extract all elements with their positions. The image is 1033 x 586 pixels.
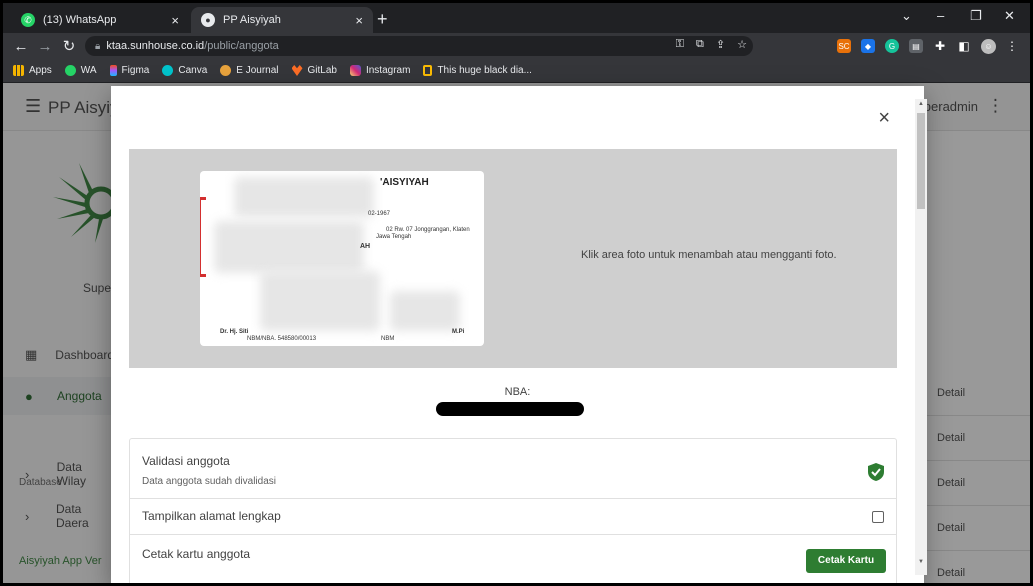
browser-window: ✆ (13) WhatsApp × ● PP Aisyiyah × + ⌄ – … xyxy=(3,3,1030,583)
whatsapp-icon xyxy=(64,65,76,76)
extension-sc-icon[interactable]: SC xyxy=(837,39,851,53)
gitlab-icon xyxy=(291,65,303,76)
tab-pp-aisyiyah[interactable]: ● PP Aisyiyah × xyxy=(191,7,373,33)
address-bar[interactable]: 🔒︎ ktaa.sunhouse.co.id/public/anggota ⚿ … xyxy=(85,36,753,56)
list-item-alamat[interactable]: Tampilkan alamat lengkap xyxy=(130,499,896,535)
browser-toolbar: ← → ↻ 🔒︎ ktaa.sunhouse.co.id/public/angg… xyxy=(3,33,1030,59)
list-item-title: Tampilkan alamat lengkap xyxy=(142,509,281,523)
new-tab-button[interactable]: + xyxy=(377,9,388,29)
list-item-subtitle: Data anggota sudah divalidasi xyxy=(142,476,276,487)
extension-grammarly-icon[interactable]: G xyxy=(885,39,899,53)
figma-icon xyxy=(109,65,117,76)
translate-icon[interactable]: ⧉ xyxy=(696,38,704,51)
reload-button[interactable]: ↻ xyxy=(57,37,81,55)
card-signer-right: M.Pi xyxy=(452,329,465,335)
card-address-1: 02 Rw. 07 Jonggrangan, Klaten xyxy=(386,227,470,233)
scroll-down-icon[interactable]: ▼ xyxy=(918,559,924,565)
bookmark-apps[interactable]: Apps xyxy=(13,65,52,76)
card-signer: Dr. Hj. Siti xyxy=(220,329,249,335)
card-date: 02-1967 xyxy=(368,211,391,217)
ejournal-icon xyxy=(220,65,232,76)
scroll-up-icon[interactable]: ▲ xyxy=(918,101,924,107)
url-host: ktaa.sunhouse.co.id xyxy=(106,40,205,52)
bookmark-canva[interactable]: Canva xyxy=(162,65,207,76)
card-redaction xyxy=(390,291,460,331)
member-options-list: Validasi anggota Data anggota sudah diva… xyxy=(129,438,897,583)
card-red-accent xyxy=(200,197,206,277)
bookmark-star-icon[interactable]: ☆ xyxy=(737,38,747,51)
bookmark-gitlab[interactable]: GitLab xyxy=(291,65,337,76)
omnibox-actions: ⚿ ⧉ ⇪ ☆ xyxy=(676,38,747,51)
nba-redacted-value xyxy=(436,402,584,416)
card-nbm-left: NBM/NBA. 548580/00013 xyxy=(247,336,317,342)
card-address-2: Jawa Tengah xyxy=(376,234,412,240)
tab-whatsapp[interactable]: ✆ (13) WhatsApp × xyxy=(11,7,189,33)
extension-gray-icon[interactable]: ▤ xyxy=(909,39,923,53)
card-org-name: 'AISYIYAH xyxy=(380,177,429,188)
tab-search-icon[interactable]: ⌄ xyxy=(901,8,912,24)
bookmark-wa[interactable]: WA xyxy=(64,65,97,76)
side-panel-icon[interactable]: ◧ xyxy=(957,39,971,53)
show-address-checkbox[interactable] xyxy=(872,511,884,523)
url-path: /public/anggota xyxy=(204,40,279,52)
photo-hint: Klik area foto untuk menambah atau mengg… xyxy=(581,249,837,261)
window-close-button[interactable]: ✕ xyxy=(1004,8,1015,24)
password-key-icon[interactable]: ⚿ xyxy=(676,38,684,51)
close-tab-icon[interactable]: × xyxy=(171,13,179,28)
list-item-validasi: Validasi anggota Data anggota sudah diva… xyxy=(130,439,896,499)
minimize-button[interactable]: – xyxy=(937,8,944,23)
tab-title: PP Aisyiyah xyxy=(223,14,281,26)
member-detail-dialog: × 'AISYIYAH 02-1967 02 Rw. 07 Jonggranga… xyxy=(111,86,924,583)
page-scrollbar[interactable]: ▲ ▼ xyxy=(915,99,927,575)
bookmark-figma[interactable]: Figma xyxy=(109,65,149,76)
lock-icon[interactable]: 🔒︎ xyxy=(95,41,100,52)
instagram-icon xyxy=(349,65,361,76)
bookmarks-bar: Apps WA Figma Canva E Journal GitLab Ins… xyxy=(3,59,1030,83)
forward-button[interactable]: → xyxy=(33,38,57,55)
nba-label: NBA: xyxy=(504,386,531,398)
restore-button[interactable]: ❐ xyxy=(970,8,982,24)
list-item-title: Cetak kartu anggota xyxy=(142,547,251,561)
close-tab-icon[interactable]: × xyxy=(355,13,363,28)
card-nbm-right: NBM xyxy=(381,336,395,342)
extension-shield-icon[interactable]: ◆ xyxy=(861,39,875,53)
tab-strip: ✆ (13) WhatsApp × ● PP Aisyiyah × + ⌄ – … xyxy=(3,3,1030,33)
whatsapp-icon: ✆ xyxy=(21,13,35,27)
apps-grid-icon xyxy=(13,65,24,76)
bookmark-ejournal[interactable]: E Journal xyxy=(220,65,279,76)
bookmark-instagram[interactable]: Instagram xyxy=(349,65,410,76)
member-card-preview: 'AISYIYAH 02-1967 02 Rw. 07 Jonggrangan,… xyxy=(200,171,484,346)
browser-menu-icon[interactable]: ⋮ xyxy=(1005,39,1019,53)
tab-title: (13) WhatsApp xyxy=(43,14,117,26)
canva-icon xyxy=(162,65,174,76)
extensions-puzzle-icon[interactable]: ✚ xyxy=(933,39,947,53)
web-page: ☰ PP Aisyiy uperadmin ⋮ Supe ▦ Dashboard… xyxy=(3,83,1030,583)
card-redaction xyxy=(234,177,374,217)
list-item-title: Validasi anggota xyxy=(142,454,230,468)
card-redaction xyxy=(260,271,380,331)
card-ah: AH xyxy=(360,243,371,250)
card-redaction xyxy=(214,221,364,273)
bookmark-note-icon xyxy=(423,65,433,76)
chrome-icon: ● xyxy=(201,13,215,27)
share-icon[interactable]: ⇪ xyxy=(716,38,725,51)
photo-upload-area[interactable]: 'AISYIYAH 02-1967 02 Rw. 07 Jonggrangan,… xyxy=(129,149,897,368)
profile-avatar[interactable]: ☺ xyxy=(981,39,996,54)
verified-shield-icon xyxy=(868,463,884,481)
print-card-button[interactable]: Cetak Kartu xyxy=(806,549,886,573)
bookmark-black-dia[interactable]: This huge black dia... xyxy=(423,65,532,76)
scrollbar-thumb[interactable] xyxy=(917,113,925,209)
back-button[interactable]: ← xyxy=(9,38,33,55)
list-item-cetak: Cetak kartu anggota Cetak Kartu xyxy=(130,535,896,583)
close-icon[interactable]: × xyxy=(878,108,890,128)
